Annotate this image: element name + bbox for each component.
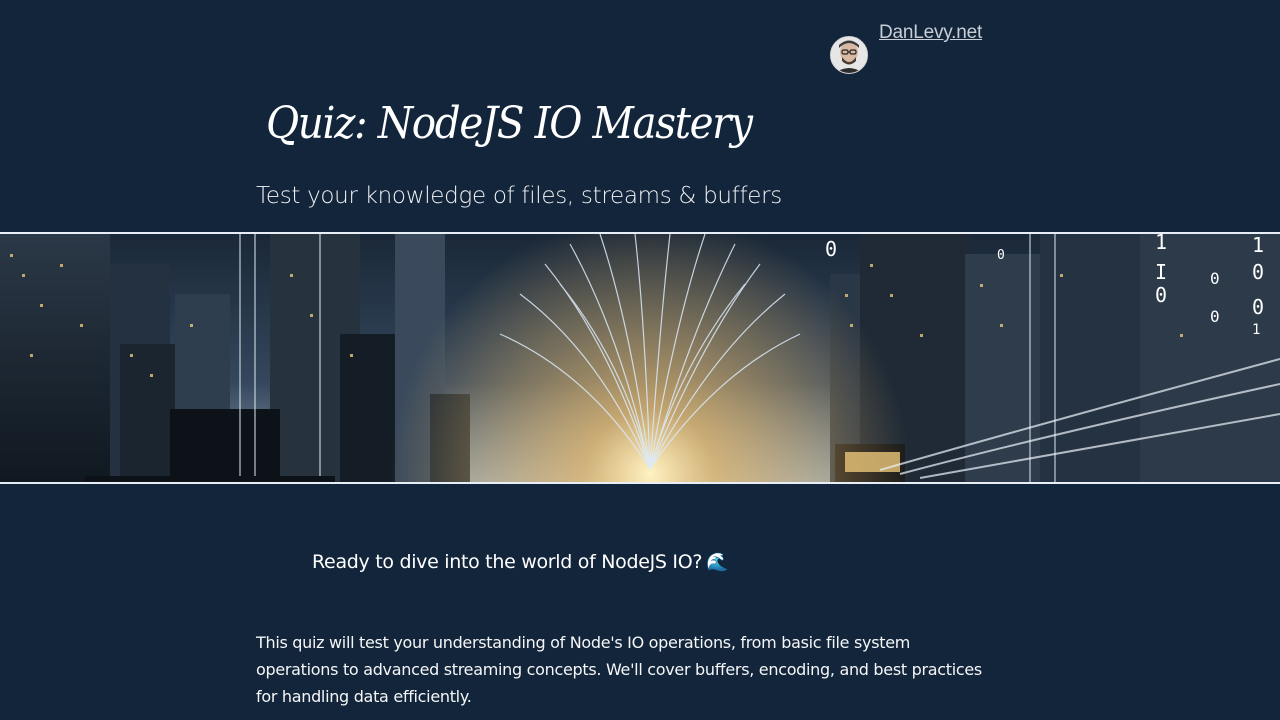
hero-banner: 00 1I0 00 100 1 [0, 232, 1280, 484]
author-avatar-icon [831, 37, 867, 73]
svg-text:0: 0 [1155, 283, 1167, 307]
page-title: Quiz: NodeJS IO Mastery [266, 98, 753, 149]
svg-text:0: 0 [1252, 295, 1264, 319]
svg-text:I: I [1155, 260, 1167, 284]
svg-text:1: 1 [1252, 234, 1264, 257]
svg-text:0: 0 [1210, 269, 1220, 288]
intro-paragraph: This quiz will test your understanding o… [256, 633, 982, 706]
city-fiber-optic-banner-icon: 00 1I0 00 100 1 [0, 234, 1280, 482]
svg-text:0: 0 [825, 237, 837, 261]
svg-text:0: 0 [1252, 260, 1264, 284]
page: DanLevy.net Quiz: NodeJS IO Mastery Test… [0, 0, 1280, 720]
lead-text: Ready to dive into the world of NodeJS I… [312, 551, 729, 573]
author-block: DanLevy.net [830, 22, 982, 74]
page-subtitle: Test your knowledge of files, streams & … [256, 183, 782, 209]
svg-text:0: 0 [1210, 307, 1220, 326]
svg-text:1: 1 [1252, 322, 1260, 338]
avatar[interactable] [830, 36, 868, 74]
wave-icon: 🌊 [706, 552, 729, 573]
svg-text:0: 0 [997, 248, 1005, 263]
site-link[interactable]: DanLevy.net [879, 22, 982, 44]
svg-text:1: 1 [1155, 234, 1167, 254]
lead-label: Ready to dive into the world of NodeJS I… [312, 551, 703, 573]
